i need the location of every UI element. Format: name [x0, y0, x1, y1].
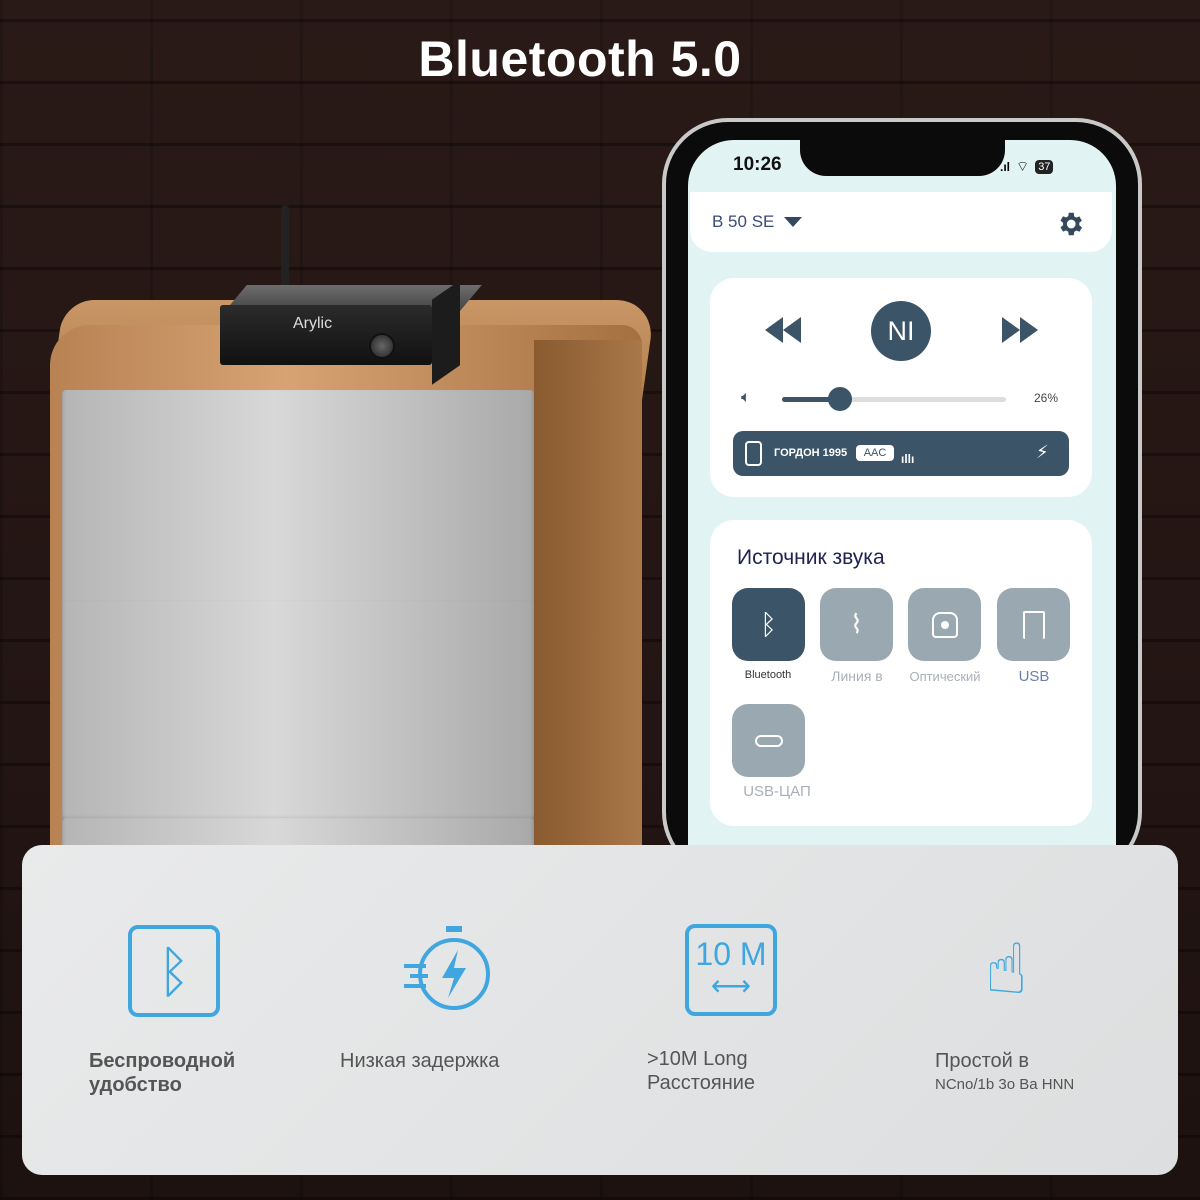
- headline: Bluetooth 5.0: [418, 31, 742, 87]
- source-label: Оптический: [909, 669, 981, 684]
- range-icon-text: 10 M: [695, 936, 767, 972]
- codec-badge: AAC: [856, 445, 894, 461]
- source-title: Источник звука: [737, 546, 885, 569]
- source-label: USB: [1018, 668, 1050, 685]
- source-line-in-button[interactable]: ⌇: [820, 588, 893, 661]
- drawer: [62, 390, 534, 625]
- device-name: B 50 SE: [712, 212, 775, 231]
- source-optical-button[interactable]: [908, 588, 981, 661]
- range-icon: 10 M ⟷: [685, 924, 777, 1016]
- signal-icon: .ıl: [1000, 160, 1011, 174]
- feature-latency: Низкая задержка: [340, 1049, 499, 1073]
- source-label: USB-ЦАП: [743, 783, 811, 800]
- wifi-icon: ⌔: [1016, 158, 1030, 174]
- feature-text: Расстояние: [647, 1072, 756, 1094]
- phone-notch: [800, 136, 1005, 176]
- status-icons: .ıl ⌔ 37: [1000, 158, 1054, 176]
- disconnect-plug-icon[interactable]: ⚡︎: [1036, 442, 1049, 463]
- volume-knob: [369, 333, 395, 359]
- feature-range: >10M Long Расстояние: [647, 1047, 755, 1095]
- feature-text: удобство: [89, 1074, 182, 1096]
- feature-wireless: Беспроводной удобство: [89, 1049, 235, 1097]
- source-name: ГОРДОН 1995: [774, 447, 848, 459]
- source-usb-button[interactable]: [997, 588, 1070, 661]
- feature-text: >10M Long: [647, 1048, 748, 1070]
- optical-icon: [931, 611, 958, 638]
- source-bluetooth-button[interactable]: ᛒ: [732, 588, 805, 661]
- stopwatch-lightning-icon: [402, 922, 494, 1014]
- feature-text: Простой в: [935, 1050, 1030, 1072]
- drawer: [62, 600, 534, 822]
- device-selector[interactable]: B 50 SE: [712, 212, 803, 232]
- fast-forward-icon[interactable]: [1002, 317, 1038, 343]
- feature-text: NCno/1b 3o Ba HNN: [935, 1076, 1075, 1093]
- battery-icon: 37: [1035, 160, 1054, 174]
- hand-tap-icon: ☝︎: [985, 930, 1028, 1008]
- volume-percent: 26%: [1034, 391, 1059, 405]
- usb-icon: [1022, 610, 1045, 639]
- brand-logo: Arylic: [293, 315, 333, 332]
- status-time: 10:26: [733, 154, 782, 175]
- usb-c-icon: [754, 734, 783, 747]
- signal-bars-icon: ıllı: [901, 452, 915, 466]
- phone-icon: [745, 441, 762, 466]
- gear-icon[interactable]: [1055, 209, 1085, 239]
- device-front: [220, 305, 432, 365]
- chevron-down-icon: [784, 217, 803, 227]
- speaker-icon: 🔈︎: [741, 389, 751, 406]
- rewind-icon[interactable]: [765, 317, 801, 343]
- play-button[interactable]: NI: [871, 301, 931, 361]
- feature-text: Беспроводной: [89, 1050, 236, 1072]
- source-label: Bluetooth: [744, 669, 792, 681]
- cabinet-side: [534, 340, 642, 855]
- source-label: Линия в: [831, 668, 883, 684]
- source-usb-dac-button[interactable]: [732, 704, 805, 777]
- bluetooth-icon: ᛒ: [760, 608, 777, 640]
- bluetooth-icon: ᛒ: [128, 925, 220, 1017]
- feature-easy: Простой в NCno/1b 3o Ba HNN: [935, 1049, 1074, 1097]
- feature-text: Низкая задержка: [340, 1050, 500, 1072]
- cable-icon: ⌇: [850, 609, 863, 639]
